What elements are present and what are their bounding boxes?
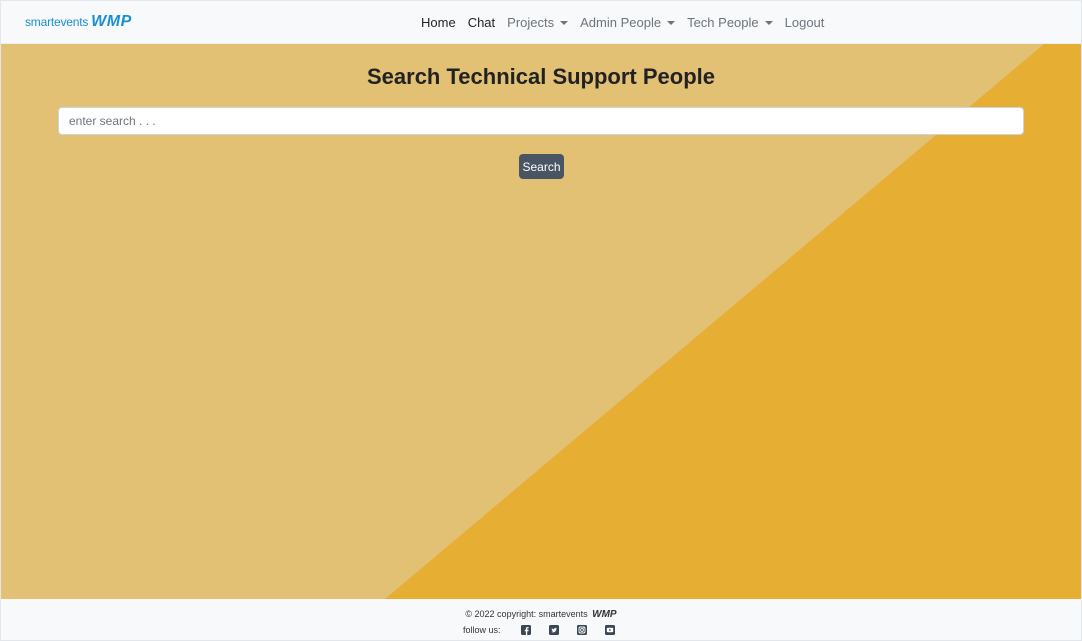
follow-label: follow us: bbox=[463, 625, 501, 635]
nav-logout-label: Logout bbox=[784, 15, 825, 30]
nav-admin-people-dropdown[interactable]: Admin People bbox=[580, 15, 676, 30]
twitter-icon[interactable] bbox=[548, 625, 559, 635]
nav-chat[interactable]: Chat bbox=[468, 15, 495, 30]
search-button[interactable]: Search bbox=[519, 154, 564, 179]
instagram-icon[interactable] bbox=[576, 625, 587, 635]
brand-logo: WMP bbox=[91, 13, 132, 30]
nav-home[interactable]: Home bbox=[421, 15, 456, 30]
navbar: smartevents WMP Home Chat Projects Admin… bbox=[1, 1, 1081, 44]
nav-admin-people-label: Admin People bbox=[580, 15, 662, 30]
page-title: Search Technical Support People bbox=[366, 64, 715, 89]
nav-projects-dropdown[interactable]: Projects bbox=[507, 15, 569, 30]
nav-chat-label: Chat bbox=[467, 15, 496, 30]
main-content: Search Technical Support People Search bbox=[1, 44, 1081, 599]
search-input[interactable] bbox=[58, 107, 1024, 135]
nav-tech-people-label: Tech People bbox=[687, 15, 759, 30]
caret-down-icon bbox=[667, 21, 676, 25]
nav-projects-label: Projects bbox=[507, 15, 555, 30]
nav-home-label: Home bbox=[421, 15, 456, 30]
nav-logout[interactable]: Logout bbox=[785, 15, 825, 30]
nav-links: Home Chat Projects Admin People Tech Peo… bbox=[421, 15, 836, 30]
brand-name: smartevents bbox=[25, 15, 89, 29]
copyright-text: © 2022 copyright: smartevents bbox=[465, 609, 588, 619]
caret-down-icon bbox=[764, 21, 773, 25]
caret-down-icon bbox=[560, 21, 569, 25]
brand-logo-link[interactable]: smartevents WMP bbox=[25, 13, 132, 31]
youtube-icon[interactable] bbox=[604, 625, 615, 635]
app-window: smartevents WMP Home Chat Projects Admin… bbox=[0, 0, 1082, 641]
footer: © 2022 copyright: smartevents WMP follow… bbox=[1, 599, 1081, 640]
copyright: © 2022 copyright: smartevents WMP bbox=[1, 609, 1081, 620]
facebook-icon[interactable] bbox=[520, 625, 531, 635]
follow-us: follow us: bbox=[463, 625, 615, 635]
copyright-logo: WMP bbox=[592, 609, 617, 620]
nav-tech-people-dropdown[interactable]: Tech People bbox=[687, 15, 773, 30]
